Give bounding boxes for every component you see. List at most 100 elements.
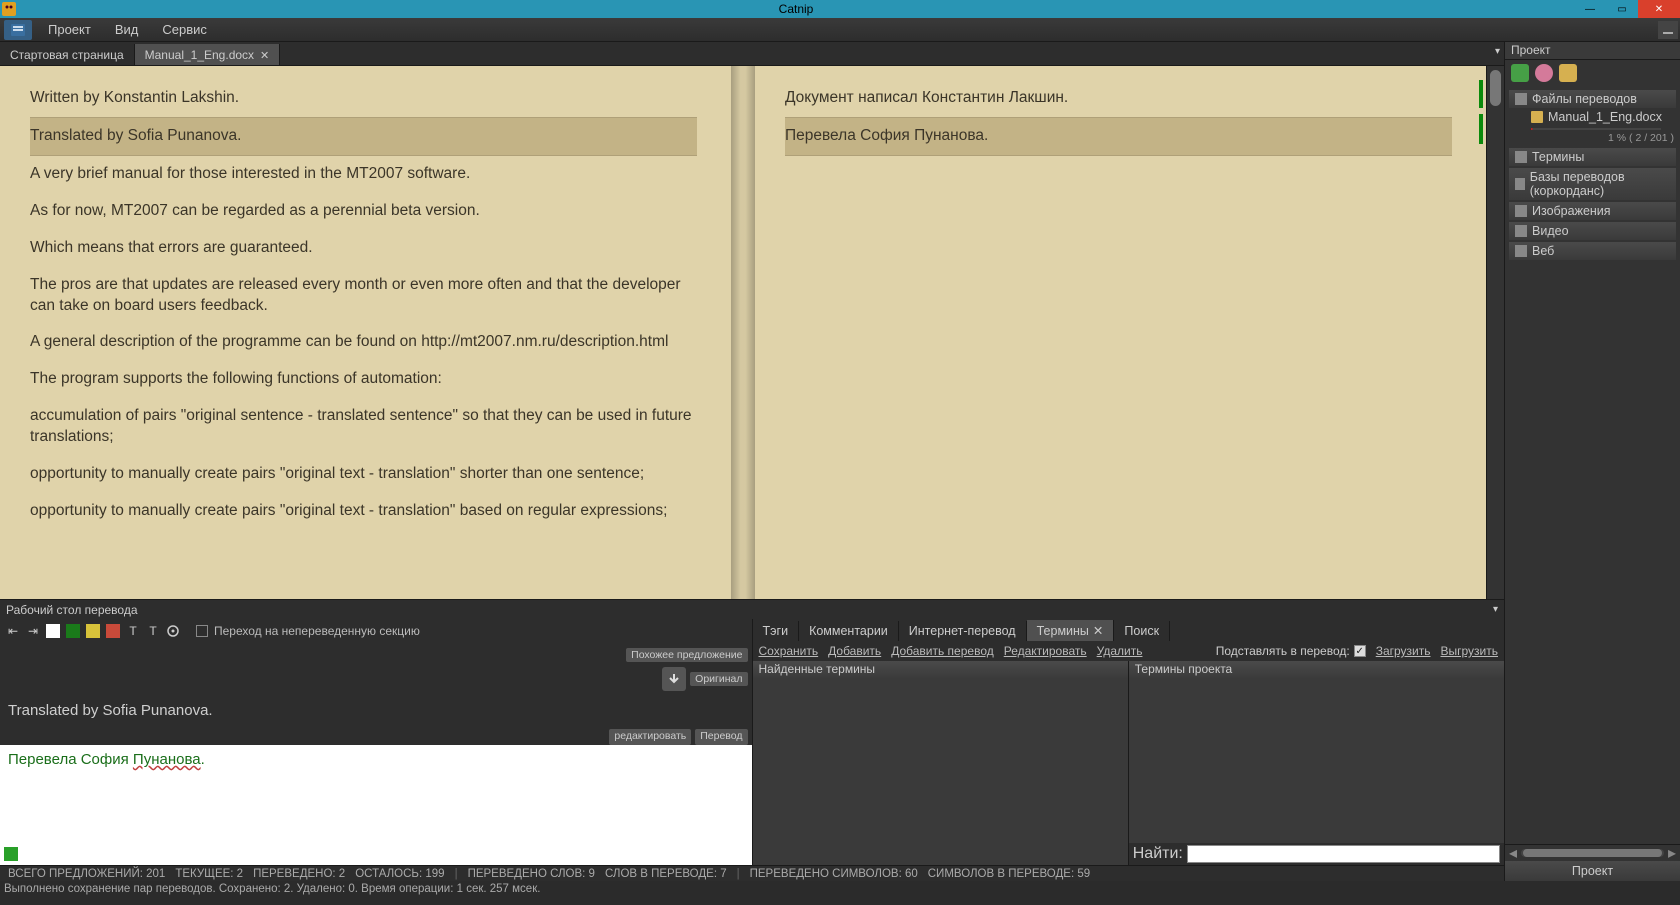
color-red[interactable] (104, 622, 122, 640)
tab-comments[interactable]: Комментарии (799, 621, 899, 641)
color-green[interactable] (64, 622, 82, 640)
source-segment[interactable]: Written by Konstantin Lakshin. (30, 80, 697, 117)
color-white[interactable] (44, 622, 62, 640)
tree-terms-header[interactable]: Термины (1509, 148, 1676, 166)
translation-edit-area[interactable]: Перевела София Пунанова. (0, 745, 752, 865)
menu-project[interactable]: Проект (36, 18, 103, 42)
source-segment-selected[interactable]: Translated by Sofia Punanova. (30, 117, 697, 156)
project-panel-icons (1505, 60, 1680, 86)
tree-file-item[interactable]: Manual_1_Eng.docx (1509, 108, 1676, 126)
project-terms-list[interactable] (1129, 679, 1504, 843)
tree-label: Базы переводов (коркорданс) (1530, 170, 1670, 198)
edit-text-prefix: Перевела София (8, 751, 133, 768)
minimize-button[interactable]: — (1574, 0, 1606, 18)
terms-load-link[interactable]: Загрузить (1376, 644, 1431, 658)
tree-files-header[interactable]: Файлы переводов (1509, 90, 1676, 108)
tool-button-1[interactable]: T (124, 622, 142, 640)
scroll-left-icon[interactable]: ◂ (1505, 843, 1521, 863)
target-segment[interactable]: Документ написал Константин Лакшин. (785, 80, 1452, 117)
stat-remaining: ОСТАЛОСЬ: 199 (355, 868, 444, 880)
source-segment[interactable]: A general description of the programme c… (30, 324, 697, 361)
find-label: Найти: (1133, 845, 1183, 863)
terms-add-link[interactable]: Добавить (828, 644, 881, 658)
source-segment[interactable]: As for now, MT2007 can be regarded as a … (30, 193, 697, 230)
disc-icon[interactable] (1535, 64, 1553, 82)
tree-web-header[interactable]: Веб (1509, 242, 1676, 260)
goto-untranslated-checkbox[interactable] (196, 625, 208, 637)
titlebar: Catnip — ▭ ✕ (0, 0, 1680, 18)
source-segment[interactable]: opportunity to manually create pairs "or… (30, 493, 697, 530)
workspace-title: Рабочий стол перевода (6, 603, 138, 617)
status-bar: Выполнено сохранение пар переводов. Сохр… (0, 881, 1680, 897)
settings-button[interactable] (164, 622, 182, 640)
source-segment[interactable]: The pros are that updates are released e… (30, 267, 697, 325)
scrollbar-thumb[interactable] (1490, 70, 1501, 106)
tab-terms[interactable]: Термины ✕ (1027, 620, 1115, 641)
next-segment-button[interactable]: ⇥ (24, 622, 42, 640)
terms-save-link[interactable]: Сохранить (759, 644, 819, 658)
workspace-toolbar: ⇤ ⇥ T T Переход на непереведенную секцию (0, 619, 752, 643)
target-segment-selected[interactable]: Перевела София Пунанова. (785, 117, 1452, 156)
terms-delete-link[interactable]: Удалить (1097, 644, 1143, 658)
source-segment[interactable]: The program supports the following funct… (30, 361, 697, 398)
tool-button-2[interactable]: T (144, 622, 162, 640)
scrollbar-thumb[interactable] (1523, 849, 1662, 857)
tab-label: Стартовая страница (10, 48, 124, 62)
stat-words-done: ПЕРЕВЕДЕНО СЛОВ: 9 (468, 868, 595, 880)
source-segment[interactable]: A very brief manual for those interested… (30, 156, 697, 193)
insert-down-button[interactable] (662, 667, 686, 691)
folder-icon[interactable] (1559, 64, 1577, 82)
terms-toolbar: Сохранить Добавить Добавить перевод Реда… (753, 641, 1505, 661)
tab-label: Manual_1_Eng.docx (145, 48, 254, 62)
app-icon (0, 0, 18, 18)
tab-search[interactable]: Поиск (1114, 621, 1170, 641)
tab-document[interactable]: Manual_1_Eng.docx ✕ (135, 44, 281, 65)
terms-edit-link[interactable]: Редактировать (1004, 644, 1087, 658)
maximize-button[interactable]: ▭ (1606, 0, 1638, 18)
tree-images-header[interactable]: Изображения (1509, 202, 1676, 220)
prev-segment-button[interactable]: ⇤ (4, 622, 22, 640)
close-icon[interactable]: ✕ (260, 49, 269, 62)
stat-chars-done: ПЕРЕВЕДЕНО СИМВОЛОВ: 60 (750, 868, 918, 880)
terms-add-translation-link[interactable]: Добавить перевод (891, 644, 994, 658)
scroll-right-icon[interactable]: ▸ (1664, 843, 1680, 863)
window-title: Catnip (18, 2, 1574, 16)
project-tree: Файлы переводов Manual_1_Eng.docx 1 % ( … (1505, 86, 1680, 844)
close-icon[interactable]: ✕ (1093, 623, 1103, 638)
source-segment[interactable]: opportunity to manually create pairs "or… (30, 456, 697, 493)
segment-status-marker (1479, 80, 1483, 108)
project-button[interactable]: Проект (1505, 861, 1680, 881)
tabs-overflow-button[interactable]: ▾ (1495, 46, 1500, 57)
substitute-checkbox[interactable]: ✓ (1354, 645, 1366, 657)
color-yellow[interactable] (84, 622, 102, 640)
found-terms-list[interactable] (753, 679, 1128, 865)
collapse-icon[interactable]: ▾ (1493, 604, 1498, 615)
tab-tags[interactable]: Тэги (753, 621, 800, 641)
tab-label: Термины (1037, 624, 1089, 638)
terms-export-link[interactable]: Выгрузить (1441, 644, 1499, 658)
source-segment[interactable]: accumulation of pairs "original sentence… (30, 398, 697, 456)
source-segment[interactable]: Which means that errors are guaranteed. (30, 230, 697, 267)
puzzle-icon[interactable] (1511, 64, 1529, 82)
segment-status-marker (1479, 114, 1483, 144)
menu-view[interactable]: Вид (103, 18, 151, 42)
edit-badge: редактировать (609, 729, 691, 745)
menubar: Проект Вид Сервис (0, 18, 1680, 42)
found-terms-header: Найденные термины (753, 661, 1128, 679)
edit-text-underlined: Пунанова (133, 751, 201, 768)
tab-internet-translation[interactable]: Интернет-перевод (899, 621, 1027, 641)
menu-service[interactable]: Сервис (150, 18, 219, 42)
find-input[interactable] (1187, 845, 1500, 863)
vertical-scrollbar[interactable] (1486, 66, 1504, 599)
status-indicator (4, 847, 18, 861)
project-panel-hscroll[interactable]: ◂ ▸ (1505, 845, 1680, 861)
menubar-corner-button[interactable] (1658, 21, 1678, 39)
tree-label: Термины (1532, 150, 1584, 164)
app-menu-icon[interactable] (4, 20, 32, 40)
tab-start-page[interactable]: Стартовая страница (0, 44, 135, 65)
goto-untranslated-label: Переход на непереведенную секцию (214, 624, 420, 638)
book-view: Written by Konstantin Lakshin. Translate… (0, 66, 1504, 599)
tree-tm-header[interactable]: Базы переводов (коркорданс) (1509, 168, 1676, 200)
close-button[interactable]: ✕ (1638, 0, 1680, 18)
tree-video-header[interactable]: Видео (1509, 222, 1676, 240)
